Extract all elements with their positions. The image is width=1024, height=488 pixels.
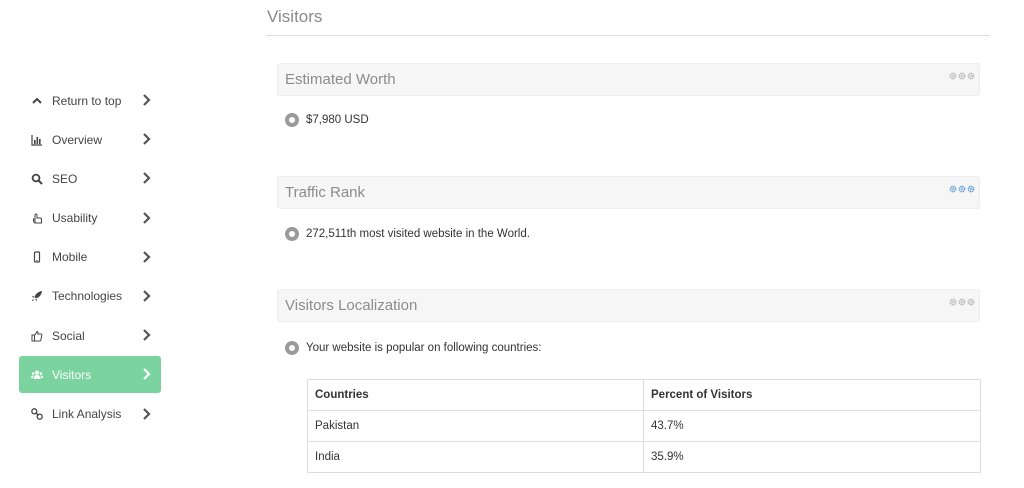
sidebar-item-label: Link Analysis (52, 407, 122, 421)
percent-cell: 35.9% (643, 441, 981, 473)
traffic-rank-value: 272,511th most visited website in the Wo… (306, 228, 530, 240)
sidebar-item-label: Return to top (52, 93, 122, 108)
mobile-phone-icon (30, 250, 44, 264)
sidebar-item-label: Technologies (52, 289, 123, 304)
visitors-localization-value: Your website is popular on following cou… (306, 342, 542, 354)
chevron-right-icon (143, 329, 151, 341)
users-icon (30, 368, 44, 382)
traffic-rank-header: Traffic Rank (277, 176, 980, 209)
panel-title: Visitors Localization (285, 297, 418, 314)
bar-chart-icon (30, 133, 44, 147)
sidebar-item-label: Social (52, 328, 85, 343)
sidebar-item-mobile[interactable]: Mobile (19, 239, 161, 276)
visitors-localization-header: Visitors Localization (277, 289, 980, 322)
gear-icon (949, 185, 957, 193)
percent-cell: 43.7% (643, 410, 981, 442)
estimated-worth-value: $7,980 USD (306, 114, 369, 126)
sidebar-item-overview[interactable]: Overview (19, 121, 161, 158)
gear-icon (958, 298, 966, 306)
panel-title: Estimated Worth (285, 71, 396, 88)
table-row: India 35.9% (307, 441, 981, 473)
estimated-worth-header: Estimated Worth (277, 63, 980, 96)
countries-table: Countries Percent of Visitors Pakistan 4… (307, 379, 981, 473)
chevron-right-icon (143, 172, 151, 185)
settings-gears[interactable] (949, 185, 975, 193)
country-cell: Pakistan (307, 410, 644, 442)
visitors-localization-row: Your website is popular on following cou… (285, 341, 541, 355)
sidebar-item-usability[interactable]: Usability (19, 200, 161, 237)
bullet-icon (285, 341, 299, 355)
chevron-right-icon (143, 94, 151, 106)
search-icon (30, 172, 44, 186)
sidebar-item-link-analysis[interactable]: Link Analysis (19, 396, 161, 433)
sidebar-item-social[interactable]: Social (19, 317, 161, 354)
sidebar-item-visitors[interactable]: Visitors (19, 356, 161, 394)
table-header-row: Countries Percent of Visitors (307, 379, 981, 411)
sidebar-item-label: SEO (52, 171, 78, 186)
pointer-hand-icon (30, 211, 44, 225)
column-header-countries: Countries (307, 379, 644, 411)
bullet-icon (285, 227, 299, 241)
chevron-right-icon (143, 368, 151, 381)
sidebar-item-label: Overview (52, 132, 103, 147)
sidebar-item-label: Visitors (52, 367, 92, 382)
gear-icon (958, 185, 966, 193)
sidebar-item-label: Mobile (52, 250, 88, 265)
chevron-right-icon (143, 211, 151, 224)
traffic-rank-row: 272,511th most visited website in the Wo… (285, 227, 530, 241)
chevron-right-icon (143, 133, 151, 145)
gear-icon (949, 298, 957, 306)
title-divider (266, 35, 990, 36)
settings-gears[interactable] (949, 298, 975, 306)
gear-icon (967, 185, 975, 193)
sidebar-item-return-to-top[interactable]: Return to top (19, 82, 161, 119)
chevron-up-icon (30, 94, 44, 108)
bullet-icon (285, 113, 299, 127)
table-row: Pakistan 43.7% (307, 410, 981, 442)
country-cell: India (307, 441, 644, 473)
rocket-icon (30, 289, 44, 303)
settings-gears[interactable] (949, 72, 975, 80)
sidebar-item-technologies[interactable]: Technologies (19, 278, 161, 315)
column-header-percent: Percent of Visitors (643, 379, 981, 411)
sidebar-item-label: Usability (52, 211, 98, 226)
page-title: Visitors (267, 7, 323, 26)
thumbs-up-icon (30, 329, 44, 343)
chevron-right-icon (143, 407, 151, 420)
gear-icon (949, 72, 957, 80)
gear-icon (967, 72, 975, 80)
chevron-right-icon (143, 250, 151, 263)
chevron-right-icon (143, 290, 151, 302)
link-icon (30, 407, 44, 421)
estimated-worth-row: $7,980 USD (285, 113, 369, 127)
gear-icon (967, 298, 975, 306)
sidebar-nav: Return to top Overview SEO Usability Mob… (19, 82, 161, 435)
panel-title: Traffic Rank (285, 184, 366, 201)
sidebar-item-seo[interactable]: SEO (19, 160, 161, 197)
gear-icon (958, 72, 966, 80)
